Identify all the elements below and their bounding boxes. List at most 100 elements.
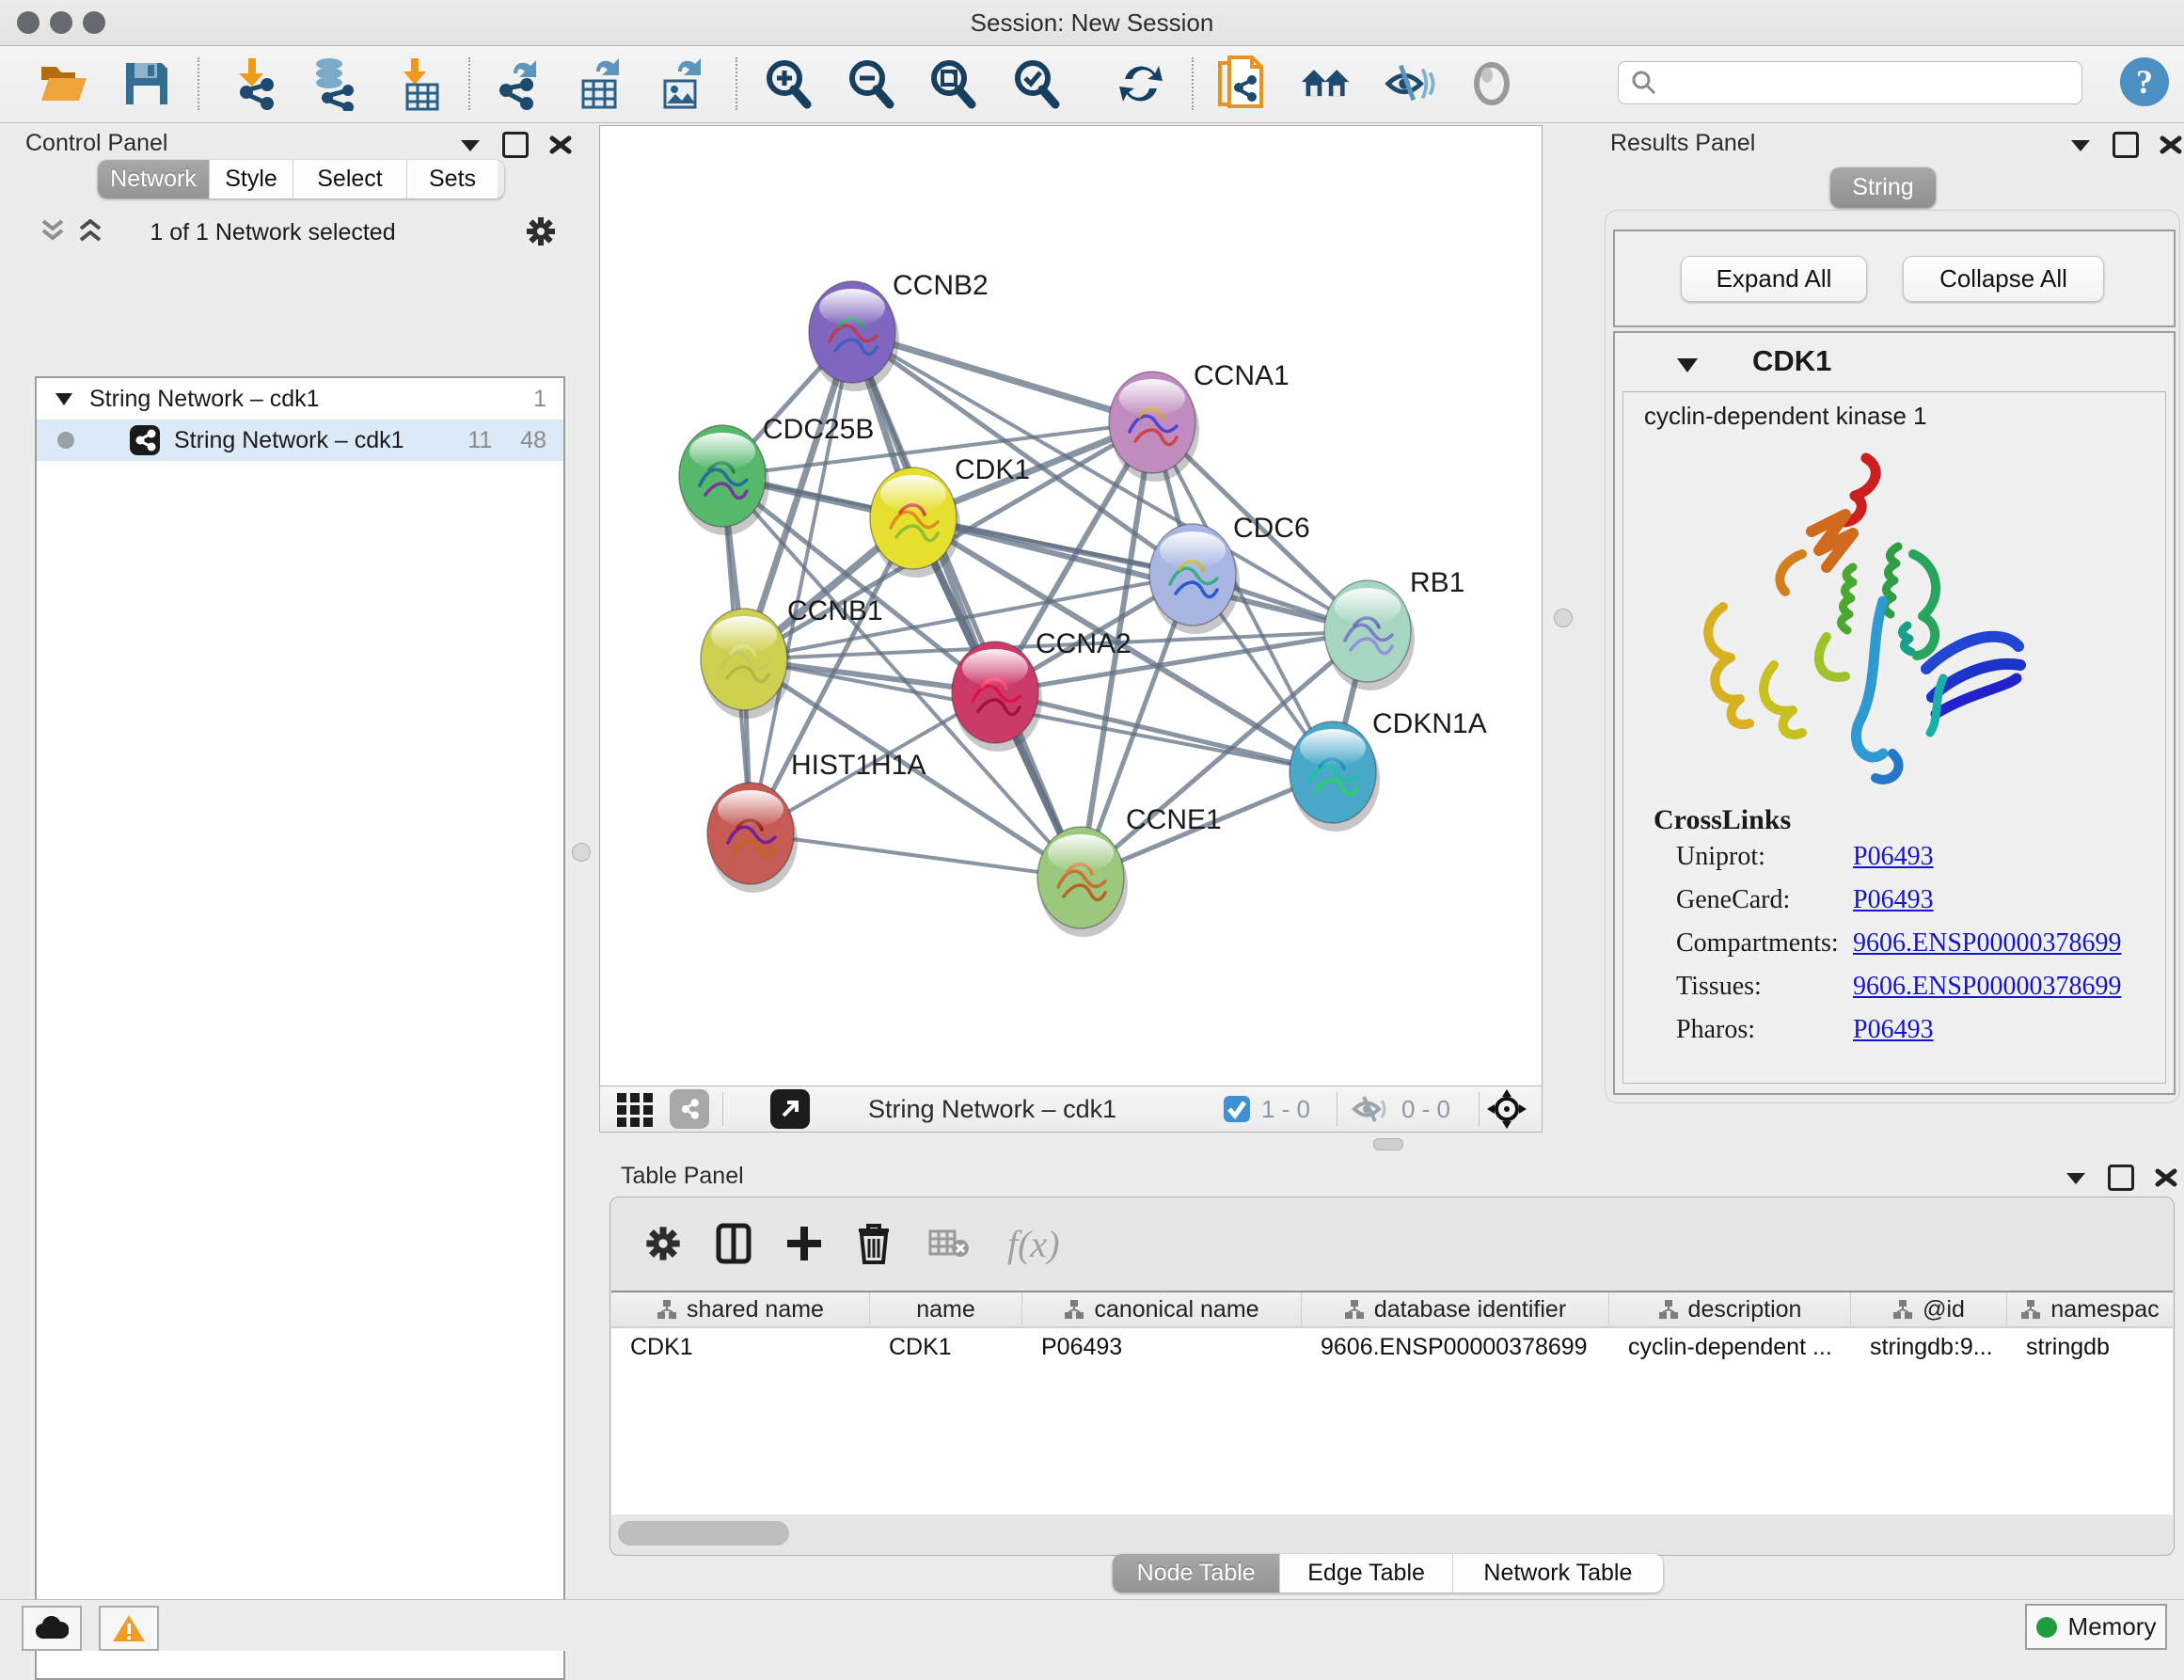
cell-id[interactable]: stringdb:9... [1851,1328,2007,1366]
column-header-name[interactable]: name [870,1292,1022,1326]
column-header-database-identifier[interactable]: database identifier [1302,1292,1609,1326]
window-titlebar: Session: New Session [0,0,2184,46]
network-selection-row: 1 of 1 Network selected [9,212,558,253]
cell-database-identifier[interactable]: 9606.ENSP00000378699 [1302,1328,1609,1366]
hidden-count: 0 - 0 [1401,1095,1450,1124]
cloud-status-button[interactable] [22,1606,82,1651]
column-type-icon [657,1299,677,1320]
crosslink-tissues-link[interactable]: 9606.ENSP00000378699 [1853,972,2121,1002]
right-splitter-handle[interactable] [1554,609,1573,627]
help-icon[interactable]: ? [2118,55,2171,108]
tab-sets[interactable]: Sets [407,160,498,198]
column-header-canonical-name[interactable]: canonical name [1022,1292,1302,1326]
gear-icon[interactable] [525,215,557,247]
selected-checkbox-icon[interactable] [1222,1094,1252,1124]
import-database-icon[interactable] [307,57,359,110]
fit-content-crosshair-icon[interactable] [1485,1087,1528,1131]
maximize-panel-icon[interactable] [2113,132,2139,158]
tab-style[interactable]: Style [210,160,293,198]
float-panel-icon[interactable] [459,136,482,153]
network-collection-row[interactable]: String Network – cdk1 1 [37,382,563,416]
column-header-namespace[interactable]: namespac [2007,1292,2173,1326]
eye-icon[interactable] [1465,57,1518,110]
horizontal-splitter-handle[interactable] [1373,1138,1403,1150]
collapse-collection-icon[interactable] [54,390,74,407]
column-header-description[interactable]: description [1609,1292,1851,1326]
string-view-icon[interactable] [670,1089,709,1129]
share-document-icon[interactable] [1215,57,1268,110]
cell-shared-name[interactable]: CDK1 [611,1328,870,1366]
network-graph[interactable]: CCNB2CCNA1CDC25BCDK1CDC6RB1CCNB1CCNA2CDK… [600,126,1542,1086]
float-panel-icon[interactable] [2069,136,2092,153]
import-table-icon[interactable] [392,57,445,110]
zoom-selected-icon[interactable] [1010,57,1063,110]
import-network-icon[interactable] [228,57,280,110]
zoom-out-icon[interactable] [845,57,897,110]
memory-button[interactable]: Memory [2025,1604,2167,1650]
results-actions-box: Expand All Collapse All [1613,230,2176,327]
grid-mode-icon[interactable] [615,1089,655,1129]
column-header-id[interactable]: @id [1851,1292,2007,1326]
crosslink-label: Tissues: [1676,972,1762,1002]
search-input[interactable] [1618,61,2082,104]
network-row[interactable]: String Network – cdk1 11 48 [37,420,563,461]
maximize-panel-icon[interactable] [502,132,529,158]
svg-text:CCNB1: CCNB1 [787,595,883,626]
warning-status-button[interactable] [99,1606,159,1651]
delete-table-icon[interactable] [928,1228,970,1260]
hidden-eye-icon[interactable] [1351,1093,1392,1125]
tab-node-table[interactable]: Node Table [1113,1554,1280,1593]
tab-network[interactable]: Network [98,160,210,198]
cell-namespace[interactable]: stringdb [2007,1328,2173,1366]
zoom-fit-icon[interactable] [926,57,979,110]
crosslink-compartments-link[interactable]: 9606.ENSP00000378699 [1853,928,2121,959]
expand-all-button[interactable]: Expand All [1681,256,1867,302]
export-network-icon[interactable] [489,57,542,110]
crosslink-uniprot-link[interactable]: P06493 [1853,842,1934,872]
table-row[interactable]: CDK1 CDK1 P06493 9606.ENSP00000378699 cy… [611,1328,2173,1366]
tab-select[interactable]: Select [293,160,407,198]
close-panel-icon[interactable] [549,134,572,156]
refresh-icon[interactable] [1115,57,1167,110]
create-column-plus-icon[interactable] [785,1225,823,1262]
export-table-icon[interactable] [572,57,625,110]
cell-name[interactable]: CDK1 [870,1328,1022,1366]
column-header-shared-name[interactable]: shared name [611,1292,870,1326]
svg-text:CCNB2: CCNB2 [893,270,989,301]
svg-text:CDK1: CDK1 [955,454,1030,485]
zoom-in-icon[interactable] [762,57,815,110]
warning-icon [112,1613,146,1643]
control-panel-title: Control Panel [25,130,167,157]
home-network-icon[interactable] [1300,57,1353,110]
save-icon[interactable] [120,57,173,110]
table-horizontal-scrollbar[interactable] [618,1521,789,1545]
close-panel-icon[interactable] [2160,134,2182,156]
hide-selected-icon[interactable] [1383,57,1435,110]
tab-string[interactable]: String [1830,167,1936,208]
open-folder-icon[interactable] [38,57,90,110]
network-edge-count: 48 [520,427,546,454]
collapse-all-button[interactable]: Collapse All [1903,256,2104,302]
close-panel-icon[interactable] [2155,1166,2177,1189]
function-builder-icon[interactable]: f(x) [1007,1222,1060,1266]
delete-column-trash-icon[interactable] [857,1223,891,1264]
crosslink-pharos-link[interactable]: P06493 [1853,1015,1934,1045]
float-panel-icon[interactable] [2065,1169,2087,1186]
open-in-new-window-icon[interactable] [770,1089,810,1129]
left-splitter-handle[interactable] [572,843,591,862]
tab-network-table[interactable]: Network Table [1453,1554,1663,1593]
column-type-icon [1344,1299,1365,1320]
cell-canonical-name[interactable]: P06493 [1022,1328,1302,1366]
show-columns-icon[interactable] [716,1223,752,1264]
network-selection-status: 1 of 1 Network selected [9,219,536,246]
maximize-panel-icon[interactable] [2108,1165,2134,1191]
collapse-gene-icon[interactable] [1675,356,1700,374]
export-image-icon[interactable] [654,57,706,110]
network-canvas[interactable]: CCNB2CCNA1CDC25BCDK1CDC6RB1CCNB1CCNA2CDK… [599,125,1543,1086]
cell-description[interactable]: cyclin-dependent ... [1609,1328,1851,1366]
crosslink-genecard-link[interactable]: P06493 [1853,885,1934,915]
tab-edge-table[interactable]: Edge Table [1280,1554,1452,1593]
svg-text:?: ? [2136,63,2153,101]
network-list: String Network – cdk1 1 String Network –… [35,376,565,1680]
table-settings-gear-icon[interactable] [644,1225,682,1262]
